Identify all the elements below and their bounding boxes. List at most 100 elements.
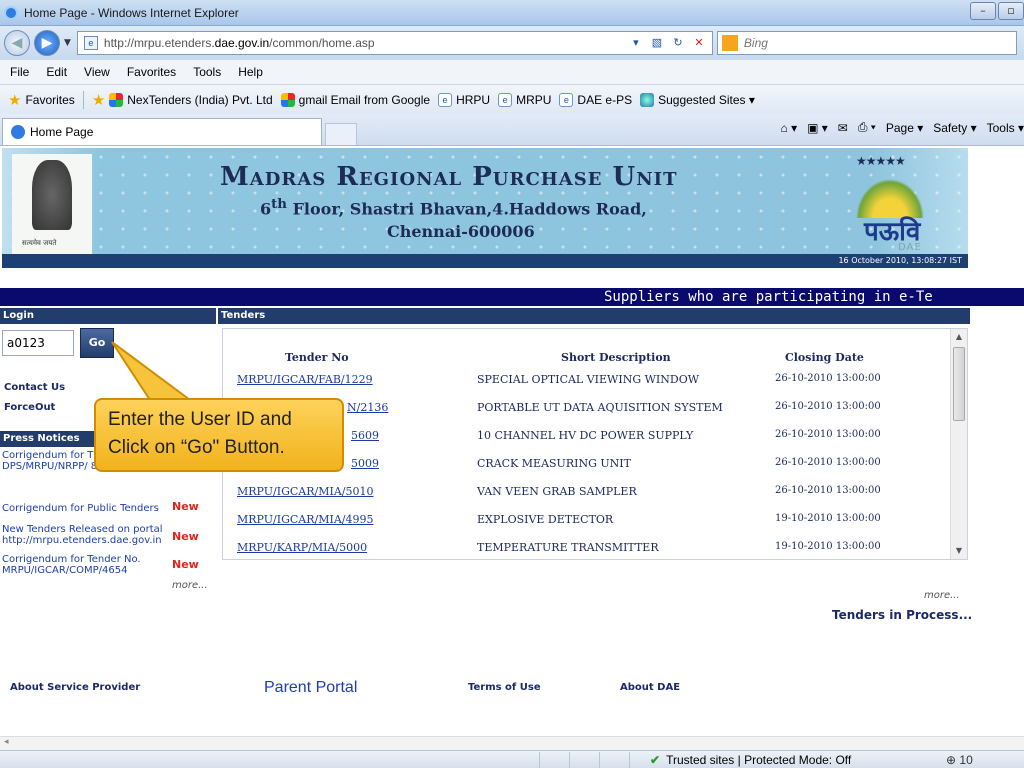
stop-icon[interactable]: ✕ xyxy=(690,34,708,52)
tender-link[interactable]: MRPU/IGCAR/FAB/1229 xyxy=(237,373,373,386)
bing-icon xyxy=(721,35,738,51)
back-button[interactable]: ◀ xyxy=(4,30,30,56)
history-dropdown-icon[interactable]: ▼ xyxy=(64,38,71,48)
fav-item-hrpu[interactable]: e HRPU xyxy=(438,92,490,107)
compatibility-icon[interactable]: ▧ xyxy=(648,34,666,52)
table-scrollbar[interactable]: ▲ ▼ xyxy=(950,329,967,559)
ie-logo-icon xyxy=(4,5,18,20)
about-dae-link[interactable]: About DAE xyxy=(620,682,680,693)
feeds-icon[interactable]: ▣ ▾ xyxy=(807,121,828,135)
new-tab-button[interactable] xyxy=(325,123,357,145)
tender-link[interactable]: N/2136 xyxy=(347,401,388,414)
tender-link[interactable]: MRPU/IGCAR/MIA/4995 xyxy=(237,513,373,526)
horizontal-scrollbar[interactable]: ◂ xyxy=(0,736,1024,750)
ie-globe-icon xyxy=(640,92,655,107)
tender-link[interactable]: MRPU/KARP/MIA/5000 xyxy=(237,541,367,554)
tenders-in-process-link[interactable]: Tenders in Process... xyxy=(832,608,972,622)
parent-portal-link[interactable]: Parent Portal xyxy=(264,679,357,697)
col-short-description: Short Description xyxy=(561,351,671,364)
tender-description: PORTABLE UT DATA AQUISITION SYSTEM xyxy=(477,401,723,414)
tender-link[interactable]: MRPU/IGCAR/MIA/5010 xyxy=(237,485,373,498)
minimize-button[interactable]: – xyxy=(970,2,996,20)
print-icon[interactable]: ⎙ ▾ xyxy=(858,120,876,135)
home-icon[interactable]: ⌂ ▾ xyxy=(780,121,797,135)
go-button[interactable]: Go xyxy=(80,328,114,358)
menu-file[interactable]: File xyxy=(10,65,29,79)
press-notice-item[interactable]: Corrigendum for Tender No. MRPU/IGCAR/CO… xyxy=(2,554,152,576)
menu-view[interactable]: View xyxy=(84,65,110,79)
refresh-icon[interactable]: ↻ xyxy=(669,34,687,52)
command-bar: ⌂ ▾ ▣ ▾ ✉ ⎙ ▾ Page ▾ Safety ▾ Tools ▾ xyxy=(770,120,1024,135)
tender-link[interactable]: 5609 xyxy=(351,429,379,442)
page-menu[interactable]: Page ▾ xyxy=(886,121,923,135)
press-more-link[interactable]: more... xyxy=(172,580,208,591)
status-segment xyxy=(540,751,570,768)
tools-menu[interactable]: Tools ▾ xyxy=(987,121,1024,135)
tender-description: EXPLOSIVE DETECTOR xyxy=(477,513,614,526)
col-tender-no: Tender No xyxy=(285,351,349,364)
menu-help[interactable]: Help xyxy=(238,65,263,79)
menu-edit[interactable]: Edit xyxy=(46,65,67,79)
terms-of-use-link[interactable]: Terms of Use xyxy=(468,682,541,693)
fav-label: MRPU xyxy=(516,92,552,107)
scroll-up-icon[interactable]: ▲ xyxy=(951,329,967,345)
about-service-provider-link[interactable]: About Service Provider xyxy=(10,682,140,693)
instruction-callout: Enter the User ID and Click on “Go" Butt… xyxy=(94,398,344,472)
site-address-line1: 6th Floor, Shastri Bhavan,4.Haddows Road… xyxy=(260,196,647,218)
status-segment xyxy=(510,751,540,768)
force-out-link[interactable]: ForceOut xyxy=(4,402,55,413)
multicolor-icon xyxy=(280,92,295,107)
menu-favorites[interactable]: Favorites xyxy=(127,65,176,79)
favorites-button[interactable]: Favorites xyxy=(25,93,74,107)
status-segment xyxy=(600,751,630,768)
search-placeholder: Bing xyxy=(743,36,768,50)
address-buttons: ▾ ▧ ↻ ✕ xyxy=(624,34,708,52)
tender-link[interactable]: 5009 xyxy=(351,457,379,470)
tenders-more-link[interactable]: more... xyxy=(924,590,960,601)
contact-us-link[interactable]: Contact Us xyxy=(4,382,65,393)
tab-title: Home Page xyxy=(30,125,94,139)
ie-tab-icon xyxy=(11,125,25,139)
status-bar: ✔ Trusted sites | Protected Mode: Off ⊕ … xyxy=(0,750,1024,768)
fav-item-gmail[interactable]: gmail Email from Google xyxy=(280,92,431,107)
scroll-down-icon[interactable]: ▼ xyxy=(951,543,967,559)
datetime-strip: 16 October 2010, 13:08:27 IST xyxy=(2,254,968,268)
search-box[interactable]: Bing xyxy=(716,31,1017,55)
callout-line1: Enter the User ID and xyxy=(108,409,292,430)
menu-tools[interactable]: Tools xyxy=(193,65,221,79)
address-text: Floor, Shastri Bhavan,4.Haddows Road, xyxy=(287,199,647,219)
forward-button[interactable]: ▶ xyxy=(34,30,60,56)
zoom-level[interactable]: ⊕ 10 xyxy=(946,753,973,767)
restore-button[interactable]: ▫ xyxy=(998,2,1024,20)
address-suffix: /common/home.asp xyxy=(269,36,375,50)
fav-item-dae-eps[interactable]: e DAE e-PS xyxy=(559,92,632,107)
tender-closing-date: 26-10-2010 13:00:00 xyxy=(775,373,881,384)
emblem-lions xyxy=(32,160,72,230)
fav-item-mrpu[interactable]: e MRPU xyxy=(498,92,552,107)
safety-menu[interactable]: Safety ▾ xyxy=(933,121,976,135)
mail-icon[interactable]: ✉ xyxy=(838,121,848,135)
national-emblem-icon: सत्यमेव जयते xyxy=(12,154,92,254)
address-prefix: http://mrpu.etenders. xyxy=(103,36,215,50)
tender-closing-date: 26-10-2010 13:00:00 xyxy=(775,429,881,440)
server-datetime: 16 October 2010, 13:08:27 IST xyxy=(838,256,962,265)
press-notice-item[interactable]: New Tenders Released on portal http://mr… xyxy=(2,524,172,546)
new-badge: New xyxy=(172,558,199,571)
fav-label: gmail Email from Google xyxy=(298,92,431,107)
multicolor-icon xyxy=(109,92,124,107)
fav-item-nextenders[interactable]: NexTenders (India) Pvt. Ltd xyxy=(109,92,273,107)
floor-number: 6 xyxy=(260,199,272,219)
new-badge: New xyxy=(172,530,199,543)
security-zone[interactable]: ✔ Trusted sites | Protected Mode: Off xyxy=(650,753,851,767)
fav-item-suggested-sites[interactable]: Suggested Sites ▾ xyxy=(640,92,755,107)
add-favorite-icon[interactable]: ★ xyxy=(92,91,105,109)
press-notice-item[interactable]: Corrigendum for Public Tenders xyxy=(2,503,170,514)
address-bar[interactable]: e http://mrpu.etenders. dae.gov.in/common… xyxy=(76,31,713,55)
scroll-left-icon[interactable]: ◂ xyxy=(4,737,9,747)
table-row: MRPU/KARP/MIA/5000 TEMPERATURE TRANSMITT… xyxy=(223,541,943,559)
tab-home-page[interactable]: Home Page xyxy=(2,118,322,145)
address-row: ◀ ▶ ▼ e http://mrpu.etenders. dae.gov.in /… xyxy=(0,26,1024,60)
user-id-input[interactable]: a0123 xyxy=(2,330,74,356)
scroll-thumb[interactable] xyxy=(953,347,965,421)
address-dropdown-icon[interactable]: ▾ xyxy=(627,34,645,52)
